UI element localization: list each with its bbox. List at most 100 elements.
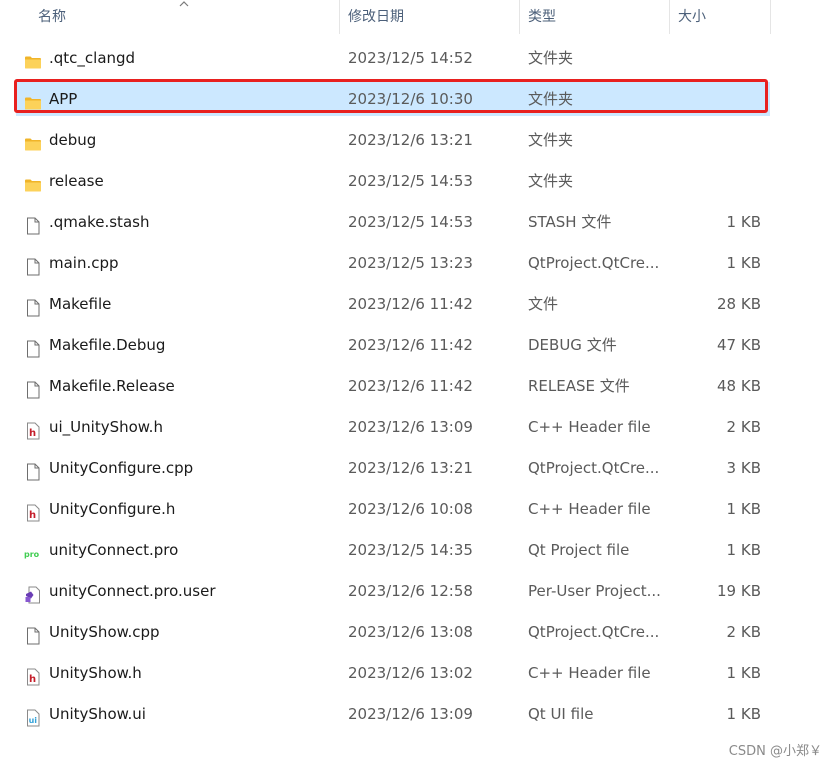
file-modified-date: 2023/12/5 14:52 — [348, 49, 473, 67]
file-row[interactable]: main.cpp 2023/12/5 13:23 QtProject.QtCre..… — [16, 246, 770, 280]
file-row[interactable]: h UnityShow.h 2023/12/6 13:02 C++ Header fi… — [16, 656, 770, 690]
svg-text:ui: ui — [29, 716, 38, 725]
file-size: 47 KB — [717, 336, 761, 354]
file-type: QtProject.QtCre... — [528, 254, 660, 272]
file-type: DEBUG 文件 — [528, 336, 617, 354]
file-modified-date: 2023/12/6 13:02 — [348, 664, 473, 682]
file-name: .qmake.stash — [49, 213, 150, 231]
file-type: QtProject.QtCre... — [528, 459, 660, 477]
file-type: 文件夹 — [528, 131, 574, 149]
file-size: 1 KB — [726, 705, 761, 723]
file-modified-date: 2023/12/6 11:42 — [348, 377, 473, 395]
file-name: UnityConfigure.cpp — [49, 459, 194, 477]
file-modified-date: 2023/12/6 13:09 — [348, 418, 473, 436]
file-row[interactable]: h UnityConfigure.h 2023/12/6 10:08 C++ Head… — [16, 492, 770, 526]
file-row[interactable]: unityConnect.pro.user 2023/12/6 12:58 Per-… — [16, 574, 770, 608]
file-modified-date: 2023/12/6 11:42 — [348, 295, 473, 313]
file-type: Qt Project file — [528, 541, 630, 559]
file-name: main.cpp — [49, 254, 119, 272]
file-row[interactable]: UnityConfigure.cpp 2023/12/6 13:21 QtProje… — [16, 451, 770, 485]
file-name: unityConnect.pro.user — [49, 582, 216, 600]
file-list: .qtc_clangd 2023/12/5 14:52 文件夹 APP 2023/12/… — [0, 0, 836, 767]
file-type: C++ Header file — [528, 418, 651, 436]
ui-file-icon: ui — [24, 705, 42, 727]
file-type: Per-User Project... — [528, 582, 661, 600]
file-name: release — [49, 172, 104, 190]
header-file-icon: h — [24, 664, 42, 686]
file-modified-date: 2023/12/6 13:21 — [348, 459, 473, 477]
file-size: 28 KB — [717, 295, 761, 313]
file-row[interactable]: ui UnityShow.ui 2023/12/6 13:09 Qt UI file 1… — [16, 697, 770, 731]
file-row[interactable]: Makefile.Debug 2023/12/6 11:42 DEBUG 文件 47 … — [16, 328, 770, 362]
file-name: debug — [49, 131, 97, 149]
file-row[interactable]: release 2023/12/5 14:53 文件夹 — [16, 164, 770, 198]
file-type: RELEASE 文件 — [528, 377, 630, 395]
file-size — [670, 41, 761, 75]
file-row[interactable]: h ui_UnityShow.h 2023/12/6 13:09 C++ Header… — [16, 410, 770, 444]
folder-icon — [24, 131, 42, 151]
file-size: 19 KB — [717, 582, 761, 600]
folder-icon — [24, 49, 42, 69]
file-size — [670, 123, 761, 157]
file-row[interactable]: pro unityConnect.pro 2023/12/5 14:35 Qt Pro… — [16, 533, 770, 567]
svg-text:pro: pro — [24, 550, 40, 559]
file-size: 3 KB — [726, 459, 761, 477]
blank-file-icon — [24, 295, 42, 317]
file-modified-date: 2023/12/5 14:53 — [348, 213, 473, 231]
file-row[interactable]: UnityShow.cpp 2023/12/6 13:08 QtProject.Qt… — [16, 615, 770, 649]
file-size: 1 KB — [726, 213, 761, 231]
blank-file-icon — [24, 377, 42, 399]
file-type: C++ Header file — [528, 664, 651, 682]
file-size: 1 KB — [726, 664, 761, 682]
file-row[interactable]: debug 2023/12/6 13:21 文件夹 — [16, 123, 770, 157]
file-size: 2 KB — [726, 623, 761, 641]
file-modified-date: 2023/12/6 10:08 — [348, 500, 473, 518]
file-row[interactable]: Makefile 2023/12/6 11:42 文件 28 KB — [16, 287, 770, 321]
file-type: 文件 — [528, 295, 559, 313]
folder-icon — [24, 172, 42, 192]
file-size: 1 KB — [726, 541, 761, 559]
file-size: 1 KB — [726, 254, 761, 272]
file-type: Qt UI file — [528, 705, 594, 723]
file-name: unityConnect.pro — [49, 541, 179, 559]
file-name: UnityConfigure.h — [49, 500, 176, 518]
pro-user-file-icon — [24, 582, 42, 604]
file-modified-date: 2023/12/6 13:09 — [348, 705, 473, 723]
header-file-icon: h — [24, 418, 42, 440]
file-name: Makefile.Release — [49, 377, 175, 395]
red-annotation-box — [14, 79, 768, 113]
file-name: ui_UnityShow.h — [49, 418, 163, 436]
watermark: CSDN @小郑￥ — [728, 744, 822, 759]
pro-file-icon: pro — [24, 541, 42, 559]
file-size: 2 KB — [726, 418, 761, 436]
file-name: .qtc_clangd — [49, 49, 136, 67]
svg-text:h: h — [29, 674, 36, 685]
file-size: 48 KB — [717, 377, 761, 395]
file-modified-date: 2023/12/5 14:53 — [348, 172, 473, 190]
blank-file-icon — [24, 623, 42, 645]
file-name: Makefile.Debug — [49, 336, 166, 354]
file-row[interactable]: Makefile.Release 2023/12/6 11:42 RELEASE 文… — [16, 369, 770, 403]
file-modified-date: 2023/12/6 13:21 — [348, 131, 473, 149]
file-row[interactable]: .qtc_clangd 2023/12/5 14:52 文件夹 — [16, 41, 770, 75]
file-modified-date: 2023/12/6 11:42 — [348, 336, 473, 354]
file-type: 文件夹 — [528, 49, 574, 67]
file-row[interactable]: .qmake.stash 2023/12/5 14:53 STASH 文件 1 KB — [16, 205, 770, 239]
file-name: UnityShow.cpp — [49, 623, 160, 641]
file-type: STASH 文件 — [528, 213, 612, 231]
file-type: 文件夹 — [528, 172, 574, 190]
file-type: QtProject.QtCre... — [528, 623, 660, 641]
file-size — [670, 164, 761, 198]
file-modified-date: 2023/12/5 13:23 — [348, 254, 473, 272]
file-modified-date: 2023/12/6 12:58 — [348, 582, 473, 600]
file-modified-date: 2023/12/5 14:35 — [348, 541, 473, 559]
file-name: Makefile — [49, 295, 112, 313]
svg-text:h: h — [29, 510, 36, 521]
file-type: C++ Header file — [528, 500, 651, 518]
header-file-icon: h — [24, 500, 42, 522]
blank-file-icon — [24, 459, 42, 481]
blank-file-icon — [24, 254, 42, 276]
file-name: UnityShow.ui — [49, 705, 146, 723]
file-size: 1 KB — [726, 500, 761, 518]
file-modified-date: 2023/12/6 13:08 — [348, 623, 473, 641]
